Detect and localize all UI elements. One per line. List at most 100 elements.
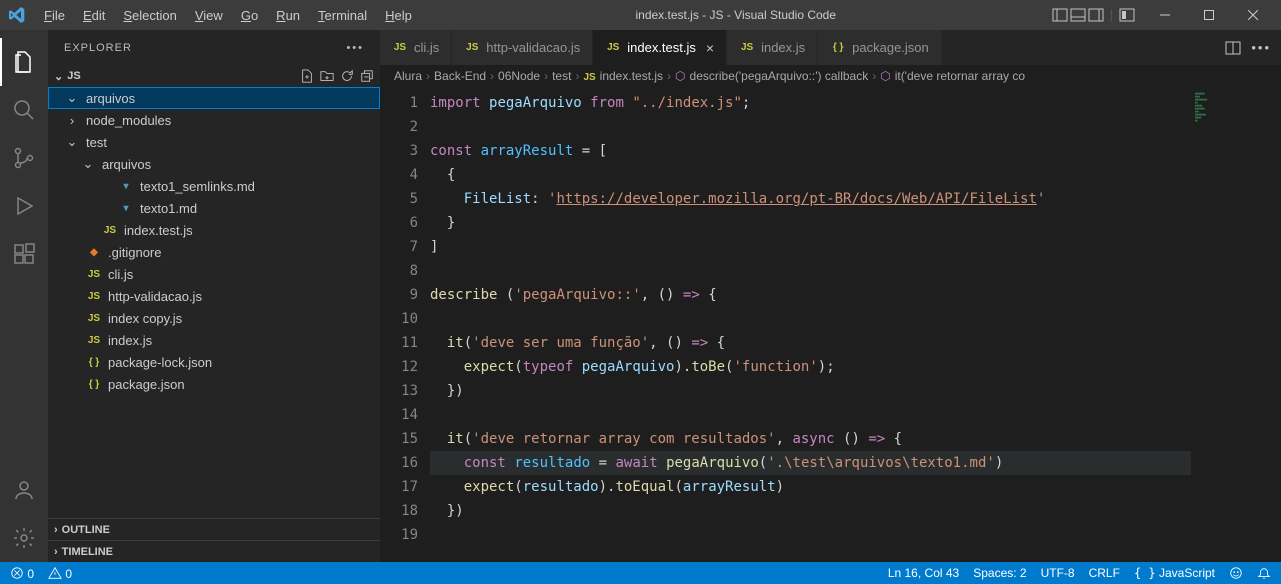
editor-tabs: JScli.jsJShttp-validacao.jsJSindex.test.… [380, 30, 1281, 65]
tab-cli.js[interactable]: JScli.js [380, 30, 452, 65]
breadcrumb-item[interactable]: Alura [394, 69, 422, 83]
file-texto1_semlinks.md[interactable]: ▾texto1_semlinks.md [48, 175, 380, 197]
breadcrumb-item[interactable]: ⬡it('deve retornar array co [880, 69, 1025, 83]
search-activity-icon[interactable] [0, 86, 48, 134]
tab-index.test.js[interactable]: JSindex.test.js× [593, 30, 727, 65]
menu-selection[interactable]: Selection [115, 4, 184, 27]
tree-label: package.json [108, 377, 185, 392]
settings-activity-icon[interactable] [0, 514, 48, 562]
status-warnings[interactable]: 0 [48, 566, 72, 581]
tab-package.json[interactable]: { } package.json [818, 30, 942, 65]
folder-node_modules[interactable]: ›node_modules [48, 109, 380, 131]
tree-label: test [86, 135, 107, 150]
tab-http-validacao.js[interactable]: JS http-validacao.js [452, 30, 593, 65]
extensions-activity-icon[interactable] [0, 230, 48, 278]
status-feedback-icon[interactable] [1229, 566, 1243, 580]
minimap[interactable]: ▆▆▆▆▆▆▆▆▆▆▆▆▆▆▆▆▆▆▆▆▆▆▆▆▆▆▆▆▆▆▆▆▆▆▆▆▆▆▆▆… [1191, 87, 1281, 562]
collapse-all-icon[interactable] [360, 69, 374, 83]
folder-arquivos[interactable]: ⌄arquivos [48, 153, 380, 175]
status-language[interactable]: { } JavaScript [1134, 566, 1215, 580]
editor-area: JScli.jsJShttp-validacao.jsJSindex.test.… [380, 30, 1281, 562]
more-actions-icon[interactable]: ••• [1251, 40, 1271, 55]
menu-view[interactable]: View [187, 4, 231, 27]
js-file-icon: JS [86, 313, 102, 324]
timeline-section[interactable]: ›TIMELINE [48, 540, 380, 562]
explorer-activity-icon[interactable] [0, 38, 48, 86]
js-file-icon: JS [392, 42, 408, 53]
breadcrumb-item[interactable]: Back-End [434, 69, 486, 83]
js-file-icon: JS [86, 335, 102, 346]
explorer-sidebar: EXPLORER ••• ⌄ JS ⌄arquivos›node_modules… [48, 30, 380, 562]
folder-arquivos[interactable]: ⌄arquivos [48, 87, 380, 109]
folder-section-header[interactable]: ⌄ JS [48, 65, 380, 87]
tree-label: index.js [108, 333, 152, 348]
menu-edit[interactable]: Edit [75, 4, 113, 27]
json-file-icon: { } [830, 42, 846, 53]
menu-bar: FileEditSelectionViewGoRunTerminalHelp [36, 4, 420, 27]
outline-label: OUTLINE [62, 524, 110, 536]
outline-section[interactable]: ›OUTLINE [48, 518, 380, 540]
tab-label: index.js [761, 40, 805, 55]
tab-label: http-validacao.js [486, 40, 580, 55]
file-package-lock.json[interactable]: { }package-lock.json [48, 351, 380, 373]
close-button[interactable] [1233, 0, 1273, 30]
close-tab-icon[interactable]: × [706, 40, 714, 56]
file-index copy.js[interactable]: JS index copy.js [48, 307, 380, 329]
status-eol[interactable]: CRLF [1089, 566, 1120, 580]
status-bell-icon[interactable] [1257, 566, 1271, 580]
accounts-activity-icon[interactable] [0, 466, 48, 514]
menu-run[interactable]: Run [268, 4, 308, 27]
file-package.json[interactable]: { }package.json [48, 373, 380, 395]
window-controls [1145, 0, 1273, 30]
tree-label: arquivos [102, 157, 151, 172]
timeline-label: TIMELINE [62, 546, 113, 558]
breadcrumb-item[interactable]: test [552, 69, 571, 83]
js-file-icon: JS [464, 42, 480, 53]
activity-bar [0, 30, 48, 562]
md-file-icon: ▾ [118, 203, 134, 214]
source-control-activity-icon[interactable] [0, 134, 48, 182]
tree-label: index copy.js [108, 311, 182, 326]
refresh-icon[interactable] [340, 69, 354, 83]
title-bar: FileEditSelectionViewGoRunTerminalHelp i… [0, 0, 1281, 30]
status-errors[interactable]: 0 [10, 566, 34, 581]
line-gutter: 12345678910111213141516171819 [380, 87, 430, 562]
tab-label: package.json [852, 40, 929, 55]
status-bar: 0 0 Ln 16, Col 43 Spaces: 2 UTF-8 CRLF {… [0, 562, 1281, 584]
breadcrumb-item[interactable]: 06Node [498, 69, 540, 83]
breadcrumb-item[interactable]: ⬡describe('pegaArquivo::') callback [675, 69, 868, 83]
tab-label: index.test.js [627, 40, 696, 55]
folder-test[interactable]: ⌄test [48, 131, 380, 153]
layout-controls[interactable]: | [1052, 7, 1135, 23]
status-cursor[interactable]: Ln 16, Col 43 [888, 566, 959, 580]
menu-file[interactable]: File [36, 4, 73, 27]
file-cli.js[interactable]: JScli.js [48, 263, 380, 285]
menu-terminal[interactable]: Terminal [310, 4, 375, 27]
file-.gitignore[interactable]: ◆.gitignore [48, 241, 380, 263]
file-http-validacao.js[interactable]: JS http-validacao.js [48, 285, 380, 307]
file-index.test.js[interactable]: JSindex.test.js [48, 219, 380, 241]
split-editor-icon[interactable] [1225, 40, 1241, 56]
explorer-more-icon[interactable]: ••• [346, 42, 364, 54]
status-indent[interactable]: Spaces: 2 [973, 566, 1026, 580]
minimize-button[interactable] [1145, 0, 1185, 30]
menu-go[interactable]: Go [233, 4, 266, 27]
breadcrumbs[interactable]: Alura›Back-End›06Node›test›JSindex.test.… [380, 65, 1281, 87]
menu-help[interactable]: Help [377, 4, 420, 27]
maximize-button[interactable] [1189, 0, 1229, 30]
breadcrumb-item[interactable]: JSindex.test.js [583, 69, 663, 83]
file-index.js[interactable]: JS index.js [48, 329, 380, 351]
new-folder-icon[interactable] [320, 69, 334, 83]
json-file-icon: { } [86, 357, 102, 368]
js-file-icon: JS [86, 291, 102, 302]
tree-label: .gitignore [108, 245, 161, 260]
new-file-icon[interactable] [300, 69, 314, 83]
code-editor[interactable]: import pegaArquivo from "../index.js"; c… [430, 87, 1191, 562]
chevron-down-icon: ⌄ [64, 90, 80, 106]
file-texto1.md[interactable]: ▾texto1.md [48, 197, 380, 219]
status-encoding[interactable]: UTF-8 [1041, 566, 1075, 580]
run-debug-activity-icon[interactable] [0, 182, 48, 230]
tree-label: http-validacao.js [108, 289, 202, 304]
js-file-icon: JS [86, 269, 102, 280]
tab-index.js[interactable]: JSindex.js [727, 30, 818, 65]
